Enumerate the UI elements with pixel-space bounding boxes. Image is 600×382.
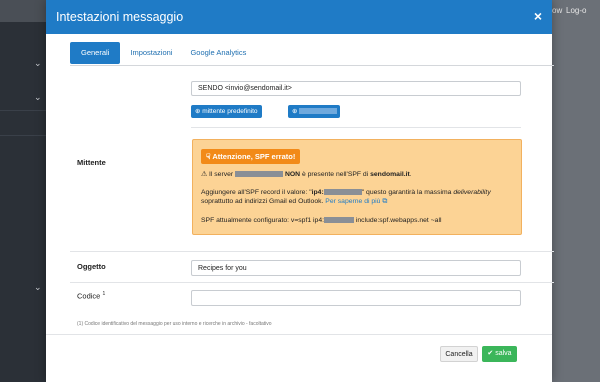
divider	[46, 334, 552, 335]
redacted-text	[323, 217, 354, 224]
spf-text: Aggiungere all'SPF record il valore: "	[201, 189, 312, 196]
spf-text: soprattutto ad indirizzi Gmail ed Outloo…	[201, 198, 324, 205]
modal-dialog: Intestazioni messaggio × Generali Impost…	[46, 0, 554, 382]
close-icon[interactable]: ×	[534, 8, 542, 24]
thumbs-down-icon: ☟	[206, 152, 211, 161]
spf-warning-box: ☟ Attenzione, SPF errato! ⚠ Il server NO…	[192, 139, 522, 235]
tab-generali[interactable]: Generali	[70, 42, 121, 64]
learn-more-label: Per saperne di più	[325, 198, 381, 205]
learn-more-link[interactable]: Per saperne di più ⧉	[325, 198, 387, 205]
spf-emphasis: deliverability	[453, 189, 491, 196]
spf-line-3: soprattutto ad indirizzi Gmail ed Outloo…	[201, 198, 387, 206]
tab-bar: Generali Impostazioni Google Analytics	[70, 42, 256, 64]
tab-divider	[70, 65, 554, 66]
redacted-text	[323, 189, 362, 196]
spf-line-2: Aggiungere all'SPF record il valore: "ip…	[201, 189, 491, 196]
save-label: salva	[495, 350, 512, 357]
spf-text: è presente nell'SPF di	[301, 171, 369, 178]
footnote-text: Codice identificativo del messaggio per …	[84, 321, 272, 327]
chevron-down-icon[interactable]: ⌄	[34, 282, 42, 293]
external-link-icon: ⧉	[382, 198, 388, 205]
spf-domain: sendomail.it	[370, 171, 410, 178]
divider	[70, 282, 554, 283]
code-label: Codice 1	[77, 291, 105, 301]
tab-google-analytics[interactable]: Google Analytics	[182, 42, 254, 64]
code-label-text: Codice	[77, 291, 101, 301]
chevron-down-icon[interactable]: ⌄	[34, 92, 42, 103]
spf-text: .	[409, 171, 412, 178]
default-sender-label: mittente predefinito	[202, 108, 258, 115]
footnote-mark: (1)	[77, 321, 84, 327]
footnote: (1) Codice identificativo del messaggio …	[77, 321, 272, 327]
cancel-button[interactable]: Cancella	[440, 346, 478, 362]
spf-code: ip4:	[311, 189, 324, 196]
divider	[191, 127, 521, 128]
alt-sender-button[interactable]: ⊕	[288, 105, 340, 118]
spf-text: " questo garantirà la massima	[361, 189, 452, 196]
logout-link[interactable]: Log-o	[566, 6, 586, 15]
default-sender-button[interactable]: ⊕ mittente predefinito	[191, 105, 262, 118]
divider	[70, 251, 554, 252]
spf-warning-badge: ☟ Attenzione, SPF errato!	[201, 149, 301, 164]
background-content	[552, 0, 600, 382]
sidebar-divider	[0, 135, 46, 136]
plus-circle-icon: ⊕	[195, 108, 201, 115]
topbar-item[interactable]: ow	[552, 6, 562, 15]
chevron-down-icon[interactable]: ⌄	[34, 58, 42, 69]
subject-value: Recipes for you	[198, 265, 247, 272]
subject-input[interactable]: Recipes for you	[191, 260, 521, 276]
subject-label: Oggetto	[77, 262, 106, 271]
sender-label: Mittente	[77, 158, 106, 167]
spf-text: include:spf.webapps.net ~all	[355, 217, 442, 224]
spf-text: Il server	[208, 171, 234, 178]
modal-title: Intestazioni messaggio	[56, 10, 184, 24]
redacted-text	[299, 108, 338, 115]
spf-line-1: ⚠ Il server NON è presente nell'SPF di s…	[201, 170, 412, 178]
sender-value: SENDO <invio@sendomail.it>	[198, 85, 292, 92]
redacted-text	[235, 171, 284, 178]
tab-impostazioni[interactable]: Impostazioni	[122, 42, 180, 64]
check-circle-icon: ✔	[487, 350, 494, 357]
spf-text-bold: NON	[284, 171, 301, 178]
spf-warning-title: Attenzione, SPF errato!	[212, 152, 296, 161]
plus-circle-icon: ⊕	[292, 108, 298, 115]
spf-text: SPF attualmente configurato: v=spf1 ip4:	[201, 217, 324, 224]
sidebar-divider	[0, 110, 46, 111]
warning-icon: ⚠	[201, 171, 208, 178]
spf-line-4: SPF attualmente configurato: v=spf1 ip4:…	[201, 217, 441, 224]
modal-header: Intestazioni messaggio ×	[46, 0, 552, 34]
sender-select[interactable]: SENDO <invio@sendomail.it>	[191, 81, 521, 96]
code-superscript: 1	[102, 291, 106, 297]
code-input[interactable]	[191, 290, 521, 306]
save-button[interactable]: ✔ salva	[482, 346, 517, 362]
